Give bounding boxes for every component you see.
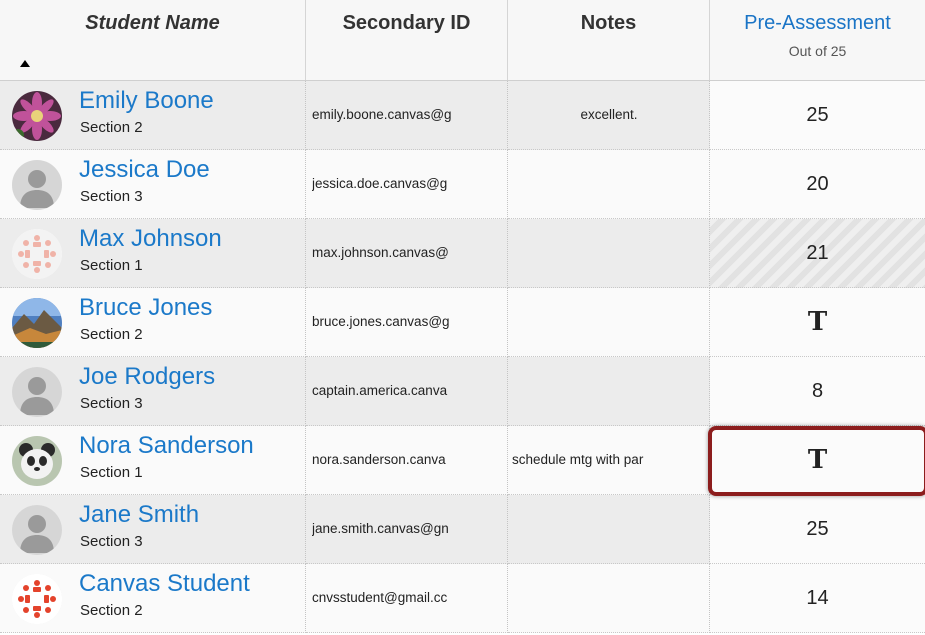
grade-value[interactable]: 14 — [710, 564, 925, 632]
secondary-id-cell: emily.boone.canvas@g — [306, 81, 508, 150]
table-row: Bruce Jones Section 2 bruce.jones.canvas… — [0, 288, 925, 357]
secondary-id-value: jessica.doe.canvas@g — [312, 176, 448, 191]
student-section-label: Section 2 — [80, 326, 143, 343]
landscape-photo-icon[interactable] — [12, 298, 62, 348]
student-cell: Canvas Student Section 2 — [0, 564, 306, 633]
column-header-notes[interactable]: Notes — [508, 0, 710, 80]
secondary-id-value: max.johnson.canvas@ — [312, 245, 449, 260]
secondary-id-value: cnvsstudent@gmail.cc — [312, 590, 448, 605]
student-cell: Bruce Jones Section 2 — [0, 288, 306, 357]
grade-cell[interactable]: 20 — [710, 150, 925, 219]
student-cell: Jane Smith Section 3 — [0, 495, 306, 564]
student-section-label: Section 3 — [80, 395, 143, 412]
active-cell-highlight — [708, 426, 925, 496]
table-row: Max Johnson Section 1 max.johnson.canvas… — [0, 219, 925, 288]
column-header-pre-assessment[interactable]: Pre-Assessment Out of 25 — [710, 0, 925, 80]
notes-cell[interactable] — [508, 288, 710, 357]
default-user-icon[interactable] — [12, 367, 62, 417]
notes-cell[interactable]: schedule mtg with par — [508, 426, 710, 495]
grade-value[interactable]: T — [710, 288, 925, 356]
table-row: Jessica Doe Section 3 jessica.doe.canvas… — [0, 150, 925, 219]
student-section-label: Section 2 — [80, 119, 143, 136]
student-name-link[interactable]: Nora Sanderson — [79, 432, 254, 460]
student-cell: Nora Sanderson Section 1 — [0, 426, 306, 495]
student-name-link[interactable]: Canvas Student — [79, 570, 250, 598]
student-section-label: Section 1 — [80, 257, 143, 274]
student-cell: Jessica Doe Section 3 — [0, 150, 306, 219]
canvas-logo-light-icon[interactable] — [12, 229, 62, 279]
secondary-id-value: jane.smith.canvas@gn — [312, 521, 449, 536]
secondary-id-value: emily.boone.canvas@g — [312, 107, 452, 122]
student-section-label: Section 1 — [80, 464, 143, 481]
grade-cell[interactable]: 25 — [710, 495, 925, 564]
student-section-label: Section 3 — [80, 188, 143, 205]
assignment-header-link[interactable]: Pre-Assessment — [710, 0, 925, 35]
sort-ascending-icon[interactable] — [20, 60, 30, 67]
student-section-label: Section 3 — [80, 533, 143, 550]
student-name-link[interactable]: Joe Rodgers — [79, 363, 215, 391]
notes-value[interactable]: excellent. — [508, 107, 709, 122]
gradebook-grid: Student Name Secondary ID Notes Pre-Asse… — [0, 0, 925, 635]
grade-cell-late[interactable]: 21 — [710, 219, 925, 288]
secondary-id-cell: jane.smith.canvas@gn — [306, 495, 508, 564]
student-name-header-label: Student Name — [85, 12, 220, 34]
grade-value[interactable]: 20 — [710, 150, 925, 218]
default-user-icon[interactable] — [12, 505, 62, 555]
secondary-id-cell: cnvsstudent@gmail.cc — [306, 564, 508, 633]
canvas-logo-red-icon[interactable] — [12, 574, 62, 624]
student-name-link[interactable]: Max Johnson — [79, 225, 222, 253]
secondary-id-cell: bruce.jones.canvas@g — [306, 288, 508, 357]
table-row: Jane Smith Section 3 jane.smith.canvas@g… — [0, 495, 925, 564]
gradebook-header: Student Name Secondary ID Notes Pre-Asse… — [0, 0, 925, 81]
notes-cell[interactable] — [508, 357, 710, 426]
notes-header-label: Notes — [580, 12, 637, 34]
secondary-id-cell: nora.sanderson.canva — [306, 426, 508, 495]
column-header-student-name[interactable]: Student Name — [0, 0, 306, 80]
student-name-link[interactable]: Emily Boone — [79, 87, 214, 115]
notes-cell[interactable] — [508, 150, 710, 219]
grade-value[interactable]: 25 — [710, 495, 925, 563]
secondary-id-cell: jessica.doe.canvas@g — [306, 150, 508, 219]
grade-cell[interactable]: 25 — [710, 81, 925, 150]
notes-cell[interactable]: excellent. — [508, 81, 710, 150]
grade-cell[interactable]: 14 — [710, 564, 925, 633]
table-row: Emily Boone Section 2 emily.boone.canvas… — [0, 81, 925, 150]
secondary-id-value: nora.sanderson.canva — [312, 452, 446, 467]
grade-value[interactable]: 25 — [710, 81, 925, 149]
student-name-link[interactable]: Bruce Jones — [79, 294, 212, 322]
grade-value[interactable]: 21 — [710, 219, 925, 287]
secondary-id-header-label: Secondary ID — [342, 12, 471, 34]
student-section-label: Section 2 — [80, 602, 143, 619]
student-cell: Max Johnson Section 1 — [0, 219, 306, 288]
notes-cell[interactable] — [508, 219, 710, 288]
secondary-id-cell: max.johnson.canvas@ — [306, 219, 508, 288]
flower-photo-icon[interactable] — [12, 91, 62, 141]
default-user-icon[interactable] — [12, 160, 62, 210]
secondary-id-value: captain.america.canva — [312, 383, 448, 398]
grade-value[interactable]: 8 — [710, 357, 925, 425]
student-name-link[interactable]: Jane Smith — [79, 501, 199, 529]
secondary-id-cell: captain.america.canva — [306, 357, 508, 426]
secondary-id-value: bruce.jones.canvas@g — [312, 314, 450, 329]
student-cell: Joe Rodgers Section 3 — [0, 357, 306, 426]
grade-cell[interactable]: T — [710, 288, 925, 357]
student-name-link[interactable]: Jessica Doe — [79, 156, 210, 184]
table-row: Joe Rodgers Section 3 captain.america.ca… — [0, 357, 925, 426]
notes-value[interactable]: schedule mtg with par — [512, 452, 709, 467]
notes-cell[interactable] — [508, 564, 710, 633]
panda-photo-icon[interactable] — [12, 436, 62, 486]
notes-cell[interactable] — [508, 495, 710, 564]
column-header-secondary-id[interactable]: Secondary ID — [306, 0, 508, 80]
student-cell: Emily Boone Section 2 — [0, 81, 306, 150]
grade-cell[interactable]: 8 — [710, 357, 925, 426]
table-row: Canvas Student Section 2 cnvsstudent@gma… — [0, 564, 925, 633]
assignment-points-label: Out of 25 — [788, 43, 847, 59]
